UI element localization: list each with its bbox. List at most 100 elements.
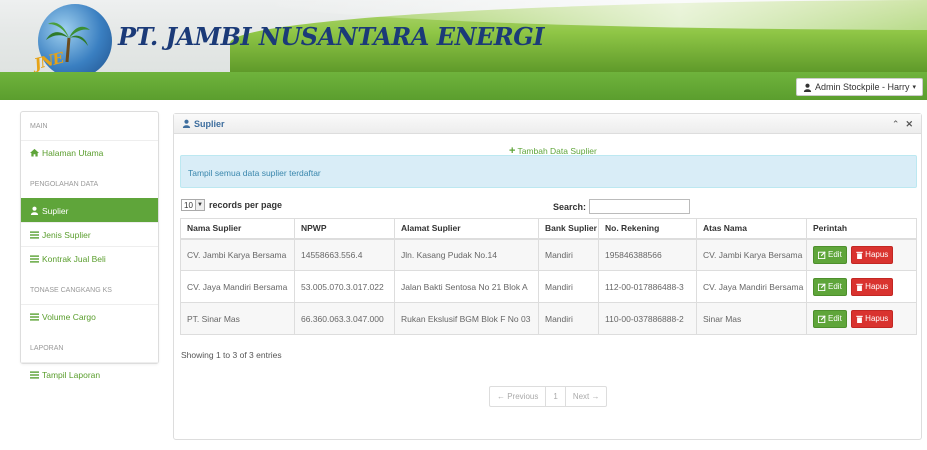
cell-bank: Mandiri [538, 270, 599, 303]
sidebar-item-label: Halaman Utama [42, 147, 104, 158]
edit-label: Edit [828, 250, 842, 260]
chevron-up-icon[interactable]: ⌃ [892, 119, 900, 130]
sidebar-item-label: Jenis Suplier [42, 229, 91, 240]
edit-button[interactable]: Edit [813, 277, 847, 296]
info-alert: Tampil semua data suplier terdaftar [180, 155, 917, 188]
column-header[interactable]: NPWP [294, 218, 395, 240]
sidebar-item-tampil-laporan[interactable]: Tampil Laporan [21, 362, 158, 386]
user-icon [30, 206, 39, 215]
cell-alamat: Jalan Bakti Sentosa No 21 Blok A [394, 270, 539, 303]
records-per-page: 10 ▼ records per page [181, 199, 282, 211]
sidebar-item-label: Suplier [42, 205, 69, 216]
table-row: CV. Jaya Mandiri Bersama 53.005.070.3.01… [180, 270, 917, 303]
list-icon [30, 230, 39, 239]
next-page-button[interactable]: Next → [566, 387, 607, 406]
table-row: PT. Sinar Mas 66.360.063.3.047.000 Rukan… [180, 302, 917, 335]
cell-npwp: 66.360.063.3.047.000 [294, 302, 395, 335]
cell-nama: CV. Jaya Mandiri Bersama [180, 270, 295, 303]
list-icon [30, 312, 39, 321]
table-info: Showing 1 to 3 of 3 entries [181, 350, 282, 360]
user-icon [803, 83, 812, 92]
app-header: JNE PT. JAMBI NUSANTARA ENERGI [0, 0, 927, 72]
edit-button[interactable]: Edit [813, 309, 847, 328]
cell-rekening: 110-00-037886888-2 [598, 302, 697, 335]
search-input[interactable] [589, 199, 691, 214]
search-area: Search: [553, 199, 691, 214]
page-length-value: 10 [184, 200, 193, 210]
sidebar-item-volume-cargo[interactable]: Volume Cargo [21, 304, 158, 328]
home-icon [30, 148, 39, 157]
cell-npwp: 53.005.070.3.017.022 [294, 270, 395, 303]
sidebar-item-label: Volume Cargo [42, 311, 96, 322]
user-icon [182, 119, 191, 128]
previous-page-button[interactable]: ← Previous [490, 387, 547, 406]
list-icon [30, 254, 39, 263]
cell-alamat: Jln. Kasang Pudak No.14 [394, 238, 539, 271]
delete-label: Hapus [865, 314, 889, 323]
records-per-page-label: records per page [209, 200, 283, 210]
trash-icon [856, 315, 863, 323]
edit-icon [818, 251, 826, 259]
table-row: CV. Jambi Karya Bersama 14558663.556.4 J… [180, 238, 917, 271]
trash-icon [856, 251, 863, 259]
chevron-down-icon: ▼ [195, 200, 204, 210]
delete-label: Hapus [865, 282, 889, 291]
sidebar: MAIN Halaman Utama PENGOLAHAN DATA Supli… [20, 111, 159, 380]
cell-bank: Mandiri [538, 238, 599, 271]
close-icon[interactable]: ✕ [905, 119, 913, 130]
delete-button[interactable]: Hapus [851, 277, 894, 296]
sidebar-section-header: PENGOLAHAN DATA [30, 180, 99, 188]
sidebar-item-label: Kontrak Jual Beli [42, 253, 106, 264]
cell-nama: CV. Jambi Karya Bersama [180, 238, 295, 271]
column-header[interactable]: Perintah [806, 218, 917, 240]
company-name: PT. JAMBI NUSANTARA ENERGI [118, 22, 544, 51]
delete-button[interactable]: Hapus [851, 309, 894, 328]
sidebar-item-suplier[interactable]: Suplier [21, 198, 158, 222]
suplier-panel: Suplier ⌃ ✕ + Tambah Data Suplier Tampil… [173, 113, 922, 440]
user-menu-button[interactable]: Admin Stockpile - Harry ▾ [795, 78, 923, 96]
user-menu-label: Admin Stockpile - Harry [814, 82, 910, 92]
cell-alamat: Rukan Ekslusif BGM Blok F No 03 [394, 302, 539, 335]
cell-actions: Edit Hapus [806, 270, 917, 303]
sidebar-section-header: LAPORAN [30, 344, 64, 352]
cell-bank: Mandiri [538, 302, 599, 335]
sidebar-section-header: MAIN [30, 122, 48, 130]
panel-header: Suplier ⌃ ✕ [174, 114, 921, 134]
page-length-select[interactable]: 10 ▼ [181, 199, 205, 211]
column-header[interactable]: Atas Nama [696, 218, 807, 240]
column-header[interactable]: Bank Suplier [538, 218, 599, 240]
sidebar-item-halaman-utama[interactable]: Halaman Utama [21, 140, 158, 164]
cell-atas-nama: Sinar Mas [696, 302, 807, 335]
table-header-row: Nama Suplier NPWP Alamat Suplier Bank Su… [180, 218, 917, 240]
suplier-table: Nama Suplier NPWP Alamat Suplier Bank Su… [180, 218, 917, 335]
caret-down-icon: ▾ [912, 84, 916, 91]
cell-rekening: 195846388566 [598, 238, 697, 271]
pagination: ← Previous 1 Next → [489, 386, 608, 407]
column-header[interactable]: No. Rekening [598, 218, 697, 240]
trash-icon [856, 283, 863, 291]
cell-atas-nama: CV. Jaya Mandiri Bersama [696, 270, 807, 303]
page-number-button[interactable]: 1 [546, 387, 566, 406]
top-navbar [0, 72, 927, 100]
edit-button[interactable]: Edit [813, 245, 847, 264]
edit-icon [818, 282, 826, 291]
cell-rekening: 112-00-017886488-3 [598, 270, 697, 303]
sidebar-item-kontrak-jual-beli[interactable]: Kontrak Jual Beli [21, 246, 158, 270]
edit-label: Edit [828, 314, 842, 323]
sidebar-section-header: TONASE CANGKANG KS [30, 286, 112, 294]
list-icon [30, 370, 39, 379]
sidebar-item-label: Tampil Laporan [42, 369, 101, 380]
cell-actions: Edit Hapus [806, 302, 917, 335]
edit-label: Edit [828, 282, 842, 291]
search-label: Search: [553, 201, 587, 212]
delete-button[interactable]: Hapus [851, 245, 894, 264]
delete-label: Hapus [865, 250, 889, 260]
sidebar-item-jenis-suplier[interactable]: Jenis Suplier [21, 222, 158, 246]
cell-npwp: 14558663.556.4 [294, 238, 395, 271]
edit-icon [818, 314, 826, 323]
cell-actions: Edit Hapus [806, 238, 917, 271]
cell-nama: PT. Sinar Mas [180, 302, 295, 335]
cell-atas-nama: CV. Jambi Karya Bersama [696, 238, 807, 271]
column-header[interactable]: Nama Suplier [180, 218, 295, 240]
column-header[interactable]: Alamat Suplier [394, 218, 539, 240]
